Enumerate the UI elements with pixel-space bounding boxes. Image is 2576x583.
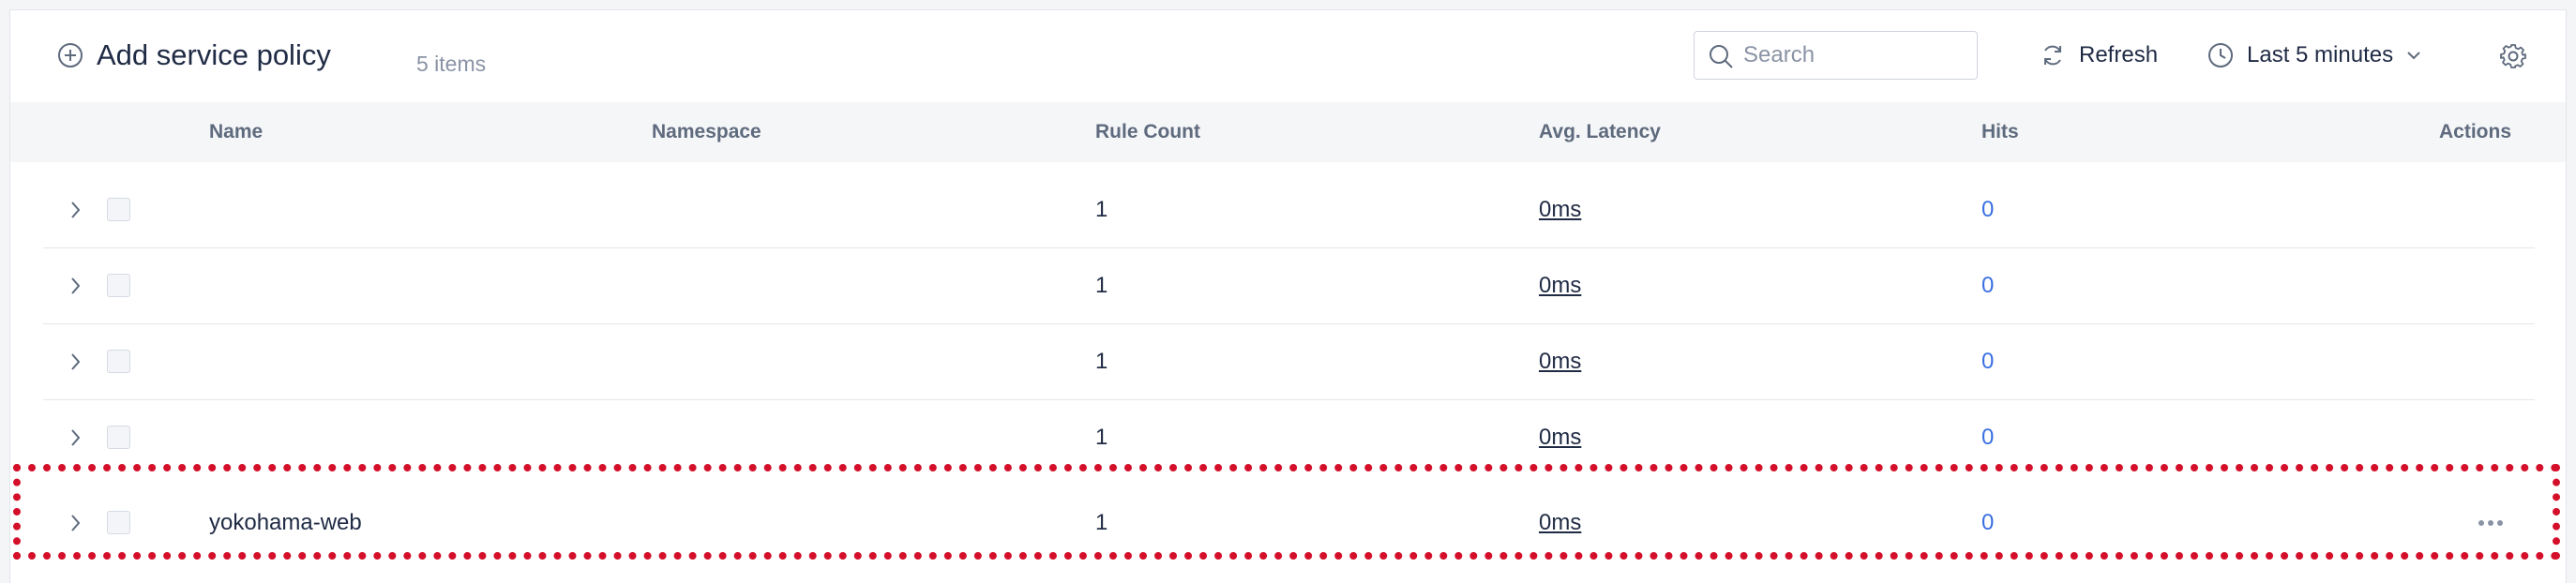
row-avg-latency-link[interactable]: 0ms	[1539, 248, 1581, 323]
row-avg-latency-link[interactable]: 0ms	[1539, 172, 1581, 247]
gear-icon[interactable]	[2499, 42, 2527, 70]
row-hits-link[interactable]: 0	[1981, 400, 1994, 475]
row-name[interactable]: yokohama-web	[209, 486, 362, 561]
plus-circle-icon	[58, 43, 83, 67]
column-header-rule-count[interactable]: Rule Count	[1095, 102, 1200, 162]
row-hits-link[interactable]: 0	[1981, 324, 1994, 399]
column-header-name[interactable]: Name	[209, 102, 263, 162]
row-checkbox[interactable]	[107, 426, 130, 449]
toolbar: Add service policy 5 items Refresh	[10, 10, 2566, 102]
table-row: 1 0ms 0	[43, 172, 2535, 248]
row-avg-latency-link[interactable]: 0ms	[1539, 400, 1581, 475]
chevron-right-icon[interactable]	[64, 425, 88, 451]
row-checkbox[interactable]	[107, 511, 130, 534]
add-service-policy-label: Add service policy	[97, 38, 331, 71]
more-actions-icon[interactable]	[2477, 514, 2505, 532]
refresh-label: Refresh	[2079, 42, 2159, 67]
search-box	[1694, 31, 1978, 80]
table-header: Name Namespace Rule Count Avg. Latency H…	[10, 102, 2566, 162]
service-policy-panel: Add service policy 5 items Refresh	[9, 9, 2567, 583]
row-avg-latency-link[interactable]: 0ms	[1539, 324, 1581, 399]
chevron-right-icon[interactable]	[64, 197, 88, 223]
clock-icon	[2208, 43, 2233, 67]
row-checkbox[interactable]	[107, 274, 130, 297]
chevron-down-icon	[2407, 52, 2420, 60]
row-avg-latency-link[interactable]: 0ms	[1539, 486, 1581, 561]
time-range-label: Last 5 minutes	[2247, 42, 2394, 67]
row-rule-count: 1	[1095, 349, 1108, 374]
chevron-right-icon[interactable]	[64, 349, 88, 375]
item-count: 5 items	[416, 52, 487, 76]
row-rule-count: 1	[1095, 425, 1108, 450]
column-header-namespace[interactable]: Namespace	[652, 102, 761, 162]
table-row: 1 0ms 0	[43, 248, 2535, 324]
table-row: 1 0ms 0	[43, 324, 2535, 400]
row-hits-link[interactable]: 0	[1981, 172, 1994, 247]
time-range-dropdown[interactable]: Last 5 minutes	[2207, 38, 2423, 72]
row-hits-link[interactable]: 0	[1981, 248, 1994, 323]
row-rule-count: 1	[1095, 197, 1108, 222]
table-row-yokohama-web: yokohama-web 1 0ms 0	[43, 486, 2535, 561]
chevron-right-icon[interactable]	[64, 510, 88, 536]
row-rule-count: 1	[1095, 510, 1108, 535]
row-checkbox[interactable]	[107, 198, 130, 221]
refresh-button[interactable]: Refresh	[2040, 38, 2158, 72]
column-header-avg-latency[interactable]: Avg. Latency	[1539, 102, 1661, 162]
add-service-policy-button[interactable]: Add service policy	[57, 37, 331, 74]
row-checkbox[interactable]	[107, 350, 130, 373]
table-row: 1 0ms 0	[43, 400, 2535, 475]
column-header-hits[interactable]: Hits	[1981, 102, 2019, 162]
search-input[interactable]	[1743, 32, 1968, 79]
row-hits-link[interactable]: 0	[1981, 486, 1994, 561]
chevron-right-icon[interactable]	[64, 273, 88, 299]
search-icon	[1710, 45, 1733, 68]
row-rule-count: 1	[1095, 273, 1108, 298]
refresh-icon	[2044, 45, 2061, 66]
column-header-actions: Actions	[2439, 121, 2512, 142]
